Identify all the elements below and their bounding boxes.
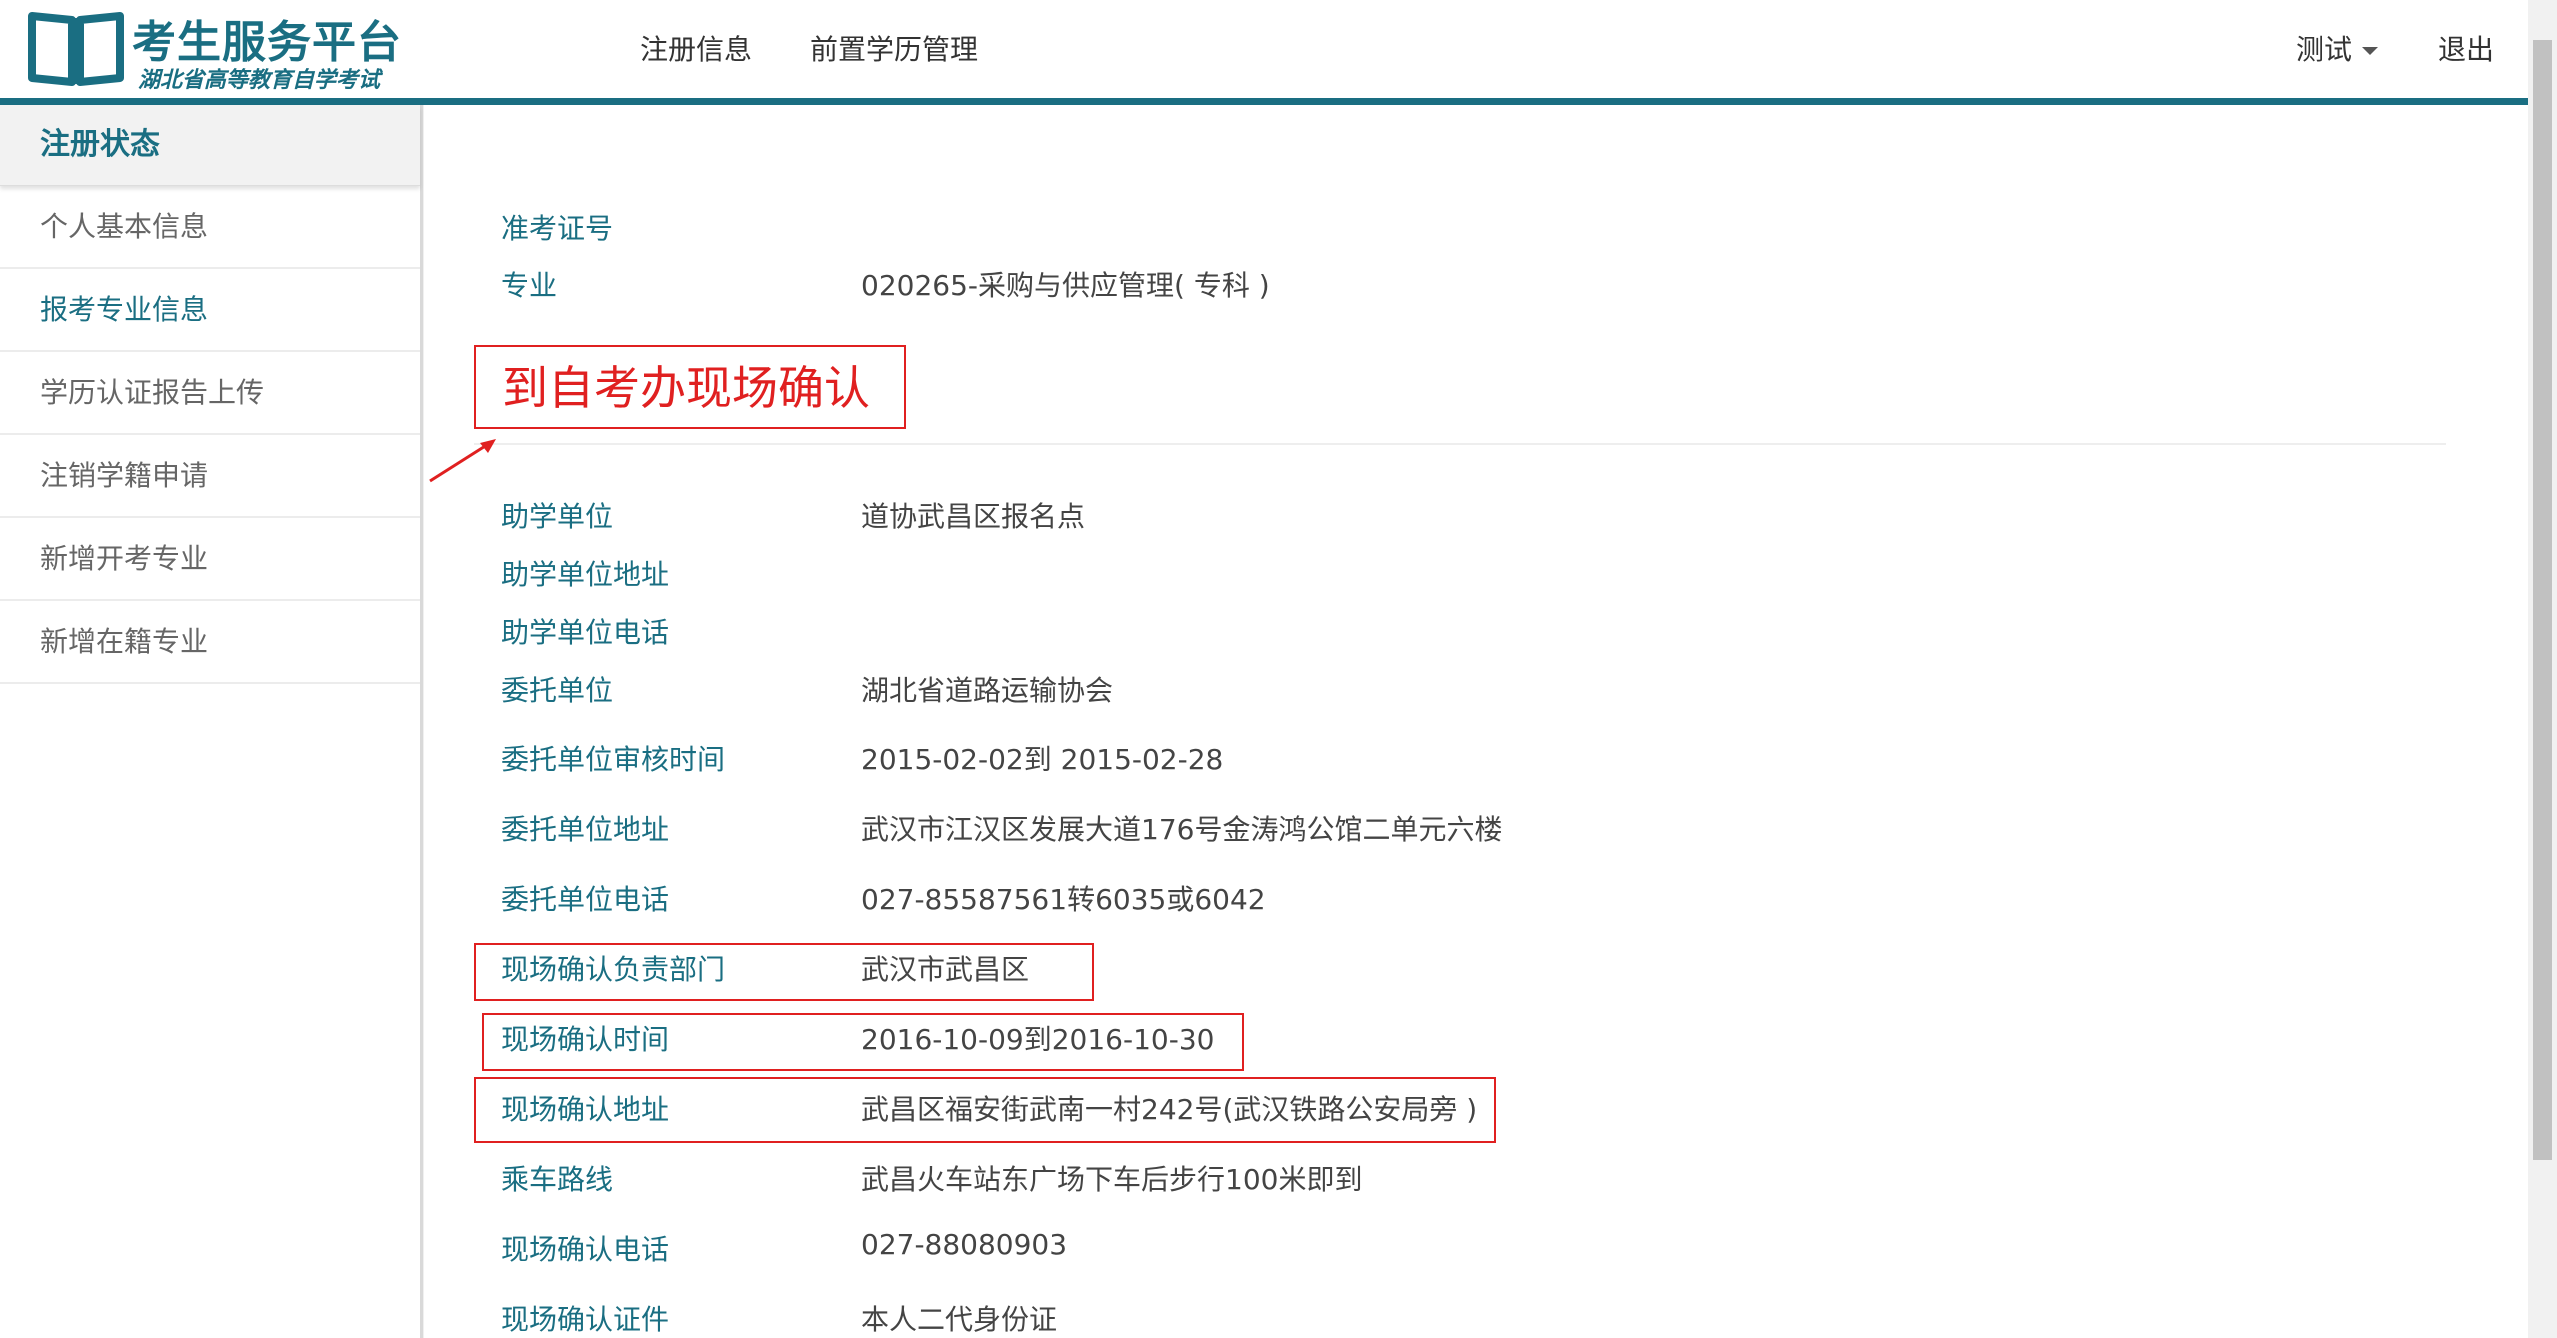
logo[interactable]: 考生服务平台 湖北省高等教育自学考试 (28, 6, 408, 93)
field-label: 现场确认电话 (501, 1233, 670, 1266)
field-value: 湖北省道路运输协会 (861, 674, 1114, 707)
logo-subtitle: 湖北省高等教育自学考试 (138, 68, 381, 93)
sidebar-item-certification-upload[interactable]: 学历认证报告上传 (0, 352, 420, 435)
field-label: 助学单位电话 (501, 616, 670, 649)
sidebar-item-new-exam-major[interactable]: 新增开考专业 (0, 518, 420, 601)
sidebar-item-major-info[interactable]: 报考专业信息 (0, 269, 420, 352)
highlight-box-department (474, 943, 1094, 1001)
scrollbar[interactable] (2528, 0, 2557, 1338)
annotation-arrow-icon (429, 439, 496, 483)
highlight-box-address (474, 1077, 1496, 1143)
divider (474, 443, 2446, 445)
field-value: 武昌火车站东广场下车后步行100米即到 (861, 1163, 1363, 1196)
sidebar-heading[interactable]: 注册状态 (0, 105, 420, 186)
field-value: 020265-采购与供应管理( 专科 ) (861, 269, 1270, 302)
logout-link[interactable]: 退出 (2438, 28, 2494, 68)
field-value: 本人二代身份证 (861, 1303, 1058, 1336)
sidebar-item-cancel-enrollment[interactable]: 注销学籍申请 (0, 435, 420, 518)
field-label: 准考证号 (501, 212, 614, 245)
onsite-confirm-notice: 到自考办现场确认 (474, 345, 906, 429)
user-name: 测试 (2296, 33, 2353, 66)
field-label: 委托单位电话 (501, 883, 670, 916)
field-value: 道协武昌区报名点 (861, 500, 1086, 533)
nav-registration-info[interactable]: 注册信息 (640, 28, 752, 68)
caret-down-icon (2362, 47, 2379, 55)
field-value: 2015-02-02到 2015-02-28 (861, 743, 1224, 776)
logo-title: 考生服务平台 (132, 17, 402, 68)
user-menu[interactable]: 测试 (2296, 28, 2379, 68)
field-value: 027-88080903 (861, 1228, 1068, 1261)
field-label: 助学单位 (501, 500, 614, 533)
field-label: 专业 (501, 269, 558, 302)
sidebar-item-new-enrolled-major[interactable]: 新增在籍专业 (0, 601, 420, 684)
field-label: 委托单位审核时间 (501, 743, 726, 776)
field-label: 委托单位 (501, 674, 614, 707)
book-icon (28, 12, 124, 86)
nav-prior-education[interactable]: 前置学历管理 (810, 28, 978, 68)
scrollbar-thumb[interactable] (2533, 40, 2552, 1160)
main-content: 准考证号 专业 020265-采购与供应管理( 专科 ) 到自考办现场确认 助学… (424, 105, 2528, 1338)
field-label: 助学单位地址 (501, 558, 670, 591)
sidebar-item-personal-info[interactable]: 个人基本信息 (0, 186, 420, 269)
field-label: 现场确认证件 (501, 1303, 670, 1336)
sidebar: 注册状态 个人基本信息 报考专业信息 学历认证报告上传 注销学籍申请 新增开考专… (0, 105, 423, 1338)
field-value: 武汉市江汉区发展大道176号金涛鸿公馆二单元六楼 (861, 813, 1503, 846)
top-nav: 注册信息 前置学历管理 (640, 28, 1036, 68)
field-label: 委托单位地址 (501, 813, 670, 846)
top-header: 考生服务平台 湖北省高等教育自学考试 注册信息 前置学历管理 测试 退出 (0, 0, 2528, 105)
highlight-box-time (482, 1013, 1244, 1071)
field-label: 乘车路线 (501, 1163, 614, 1196)
field-value: 027-85587561转6035或6042 (861, 883, 1266, 916)
